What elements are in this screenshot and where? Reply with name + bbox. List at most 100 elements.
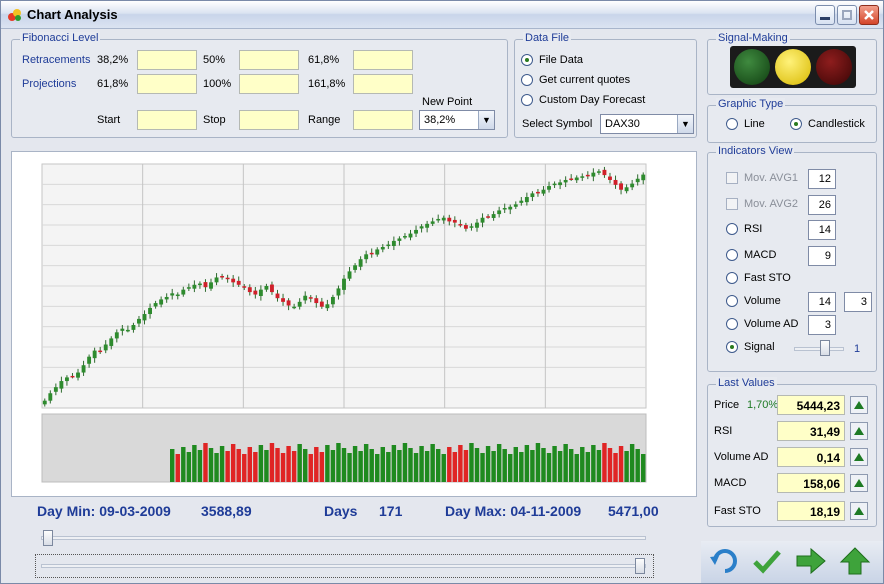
candle-body <box>209 282 213 289</box>
undo-icon[interactable] <box>707 546 743 576</box>
radio-custom-forecast[interactable] <box>521 94 533 106</box>
arrow-right-icon[interactable] <box>793 546 829 576</box>
signal-bar <box>474 448 480 482</box>
range-value[interactable] <box>353 110 413 130</box>
check-mov-avg2[interactable] <box>726 198 738 210</box>
retracement-value-1[interactable] <box>137 50 197 70</box>
candle-body <box>319 301 324 307</box>
start-range-thumb[interactable] <box>43 530 53 546</box>
maximize-button[interactable] <box>837 5 857 25</box>
volume-ad-up-button[interactable] <box>850 448 868 466</box>
volume-ad-period[interactable]: 3 <box>808 315 836 335</box>
projection-value-3[interactable] <box>353 74 413 94</box>
signal-bar <box>452 452 458 482</box>
candle-body <box>186 287 191 289</box>
radio-macd[interactable] <box>726 249 738 261</box>
start-range-slider[interactable] <box>41 536 646 540</box>
day-min-value: 3588,89 <box>201 503 252 519</box>
candle-body <box>536 191 540 194</box>
candle-body <box>292 306 297 309</box>
start-value[interactable] <box>137 110 197 130</box>
mov-avg1-period[interactable]: 12 <box>808 169 836 189</box>
candle-body <box>486 216 491 218</box>
chart-analysis-window: Chart Analysis Fibonacci Level Retraceme… <box>0 0 884 584</box>
arrow-up-icon[interactable] <box>837 546 873 576</box>
candle-body <box>164 296 169 300</box>
candle-body <box>347 271 352 279</box>
signal-bar <box>463 450 469 482</box>
candle-body <box>547 186 551 190</box>
candle-body <box>563 179 568 183</box>
minimize-button[interactable] <box>815 5 835 25</box>
close-button[interactable] <box>859 5 879 25</box>
radio-fast-sto[interactable] <box>726 272 738 284</box>
radio-candlestick[interactable] <box>790 118 802 130</box>
radio-rsi[interactable] <box>726 223 738 235</box>
radio-signal[interactable] <box>726 341 738 353</box>
new-point-select[interactable]: 38,2% ▼ <box>419 110 495 130</box>
signal-bar <box>219 446 225 482</box>
graphic-type-group: Graphic Type Line Candlestick <box>707 98 877 143</box>
projection-value-2[interactable] <box>239 74 299 94</box>
macd-period[interactable]: 9 <box>808 246 836 266</box>
signal-slider-track[interactable] <box>794 347 844 351</box>
check-icon[interactable] <box>749 546 785 576</box>
end-range-thumb[interactable] <box>635 558 645 574</box>
signal-making-legend: Signal-Making <box>716 32 790 44</box>
candle-body <box>403 236 407 238</box>
radio-volume[interactable] <box>726 295 738 307</box>
end-range-slider[interactable] <box>41 564 646 568</box>
label-signal: Signal <box>744 341 775 353</box>
radio-volume-ad[interactable] <box>726 318 738 330</box>
candle-body <box>353 265 358 270</box>
days-label: Days <box>324 503 358 519</box>
signal-bar <box>363 444 369 482</box>
volume-period[interactable]: 14 <box>808 292 836 312</box>
signal-bar <box>186 452 192 482</box>
candle-body <box>430 221 435 224</box>
stop-value[interactable] <box>239 110 299 130</box>
retracements-label: Retracements <box>22 54 91 66</box>
retracement-value-2[interactable] <box>239 50 299 70</box>
candle-body <box>220 276 225 278</box>
fibonacci-legend: Fibonacci Level <box>20 32 101 44</box>
macd-up-button[interactable] <box>850 474 868 492</box>
candle-body <box>81 365 86 373</box>
days-value: 171 <box>379 503 403 519</box>
candle-body <box>635 178 640 183</box>
price-up-button[interactable] <box>850 396 868 414</box>
rsi-period[interactable]: 14 <box>808 220 836 240</box>
chevron-down-icon: ▼ <box>478 111 494 129</box>
candle-body <box>436 218 441 221</box>
last-macd-value: 158,06 <box>777 473 845 493</box>
radio-file-data[interactable] <box>521 54 533 66</box>
candle-body <box>59 381 64 389</box>
symbol-select[interactable]: DAX30 ▼ <box>600 114 694 134</box>
candle-body <box>414 229 418 234</box>
mov-avg2-period[interactable]: 26 <box>808 195 836 215</box>
signal-bar <box>519 452 524 482</box>
volume-period-2[interactable]: 3 <box>844 292 872 312</box>
signal-slider-thumb[interactable] <box>820 340 830 356</box>
signal-bar <box>319 452 325 482</box>
candle-body <box>181 289 186 295</box>
radio-current-quotes[interactable] <box>521 74 533 86</box>
signal-bar <box>230 444 236 482</box>
projection-value-1[interactable] <box>137 74 197 94</box>
candle-body <box>524 197 529 203</box>
candle-body <box>369 252 374 255</box>
candle-body <box>120 328 125 331</box>
check-mov-avg1[interactable] <box>726 172 738 184</box>
signal-bar <box>419 446 424 482</box>
candle-body <box>253 290 258 295</box>
signal-bar <box>430 444 435 482</box>
retracement-value-3[interactable] <box>353 50 413 70</box>
data-file-group: Data File File Data Get current quotes C… <box>514 32 697 138</box>
rsi-up-button[interactable] <box>850 422 868 440</box>
signal-bar <box>574 454 579 482</box>
fast-sto-up-button[interactable] <box>850 502 868 520</box>
candle-body <box>53 387 58 392</box>
candle-body <box>264 286 269 290</box>
graphic-type-legend: Graphic Type <box>716 98 786 110</box>
radio-line[interactable] <box>726 118 738 130</box>
